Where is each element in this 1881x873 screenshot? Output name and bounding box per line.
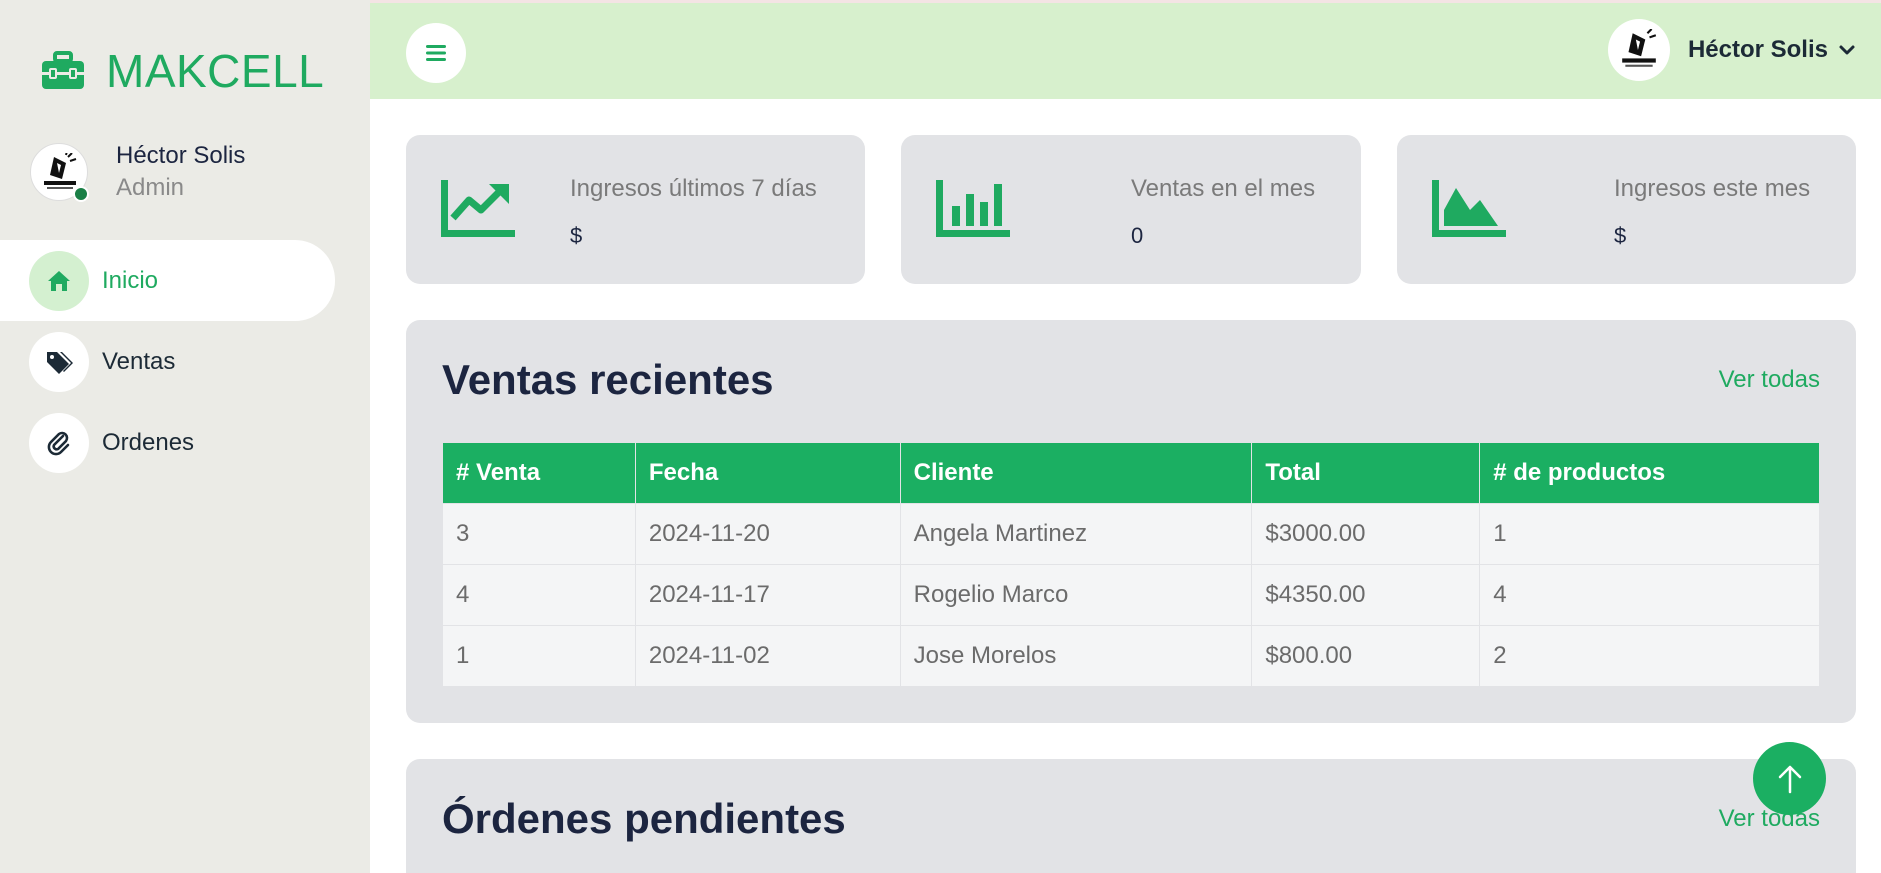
column-header[interactable]: # de productos bbox=[1479, 442, 1820, 504]
table-cell: 2024-11-20 bbox=[634, 503, 901, 565]
brand-logo[interactable]: MAKCELL bbox=[40, 44, 324, 98]
table-cell: 4 bbox=[442, 564, 636, 626]
table-row[interactable]: 3 2024-11-20 Angela Martinez $3000.00 1 bbox=[442, 503, 1820, 565]
user-menu[interactable]: Héctor Solis bbox=[1607, 19, 1856, 81]
logo-avatar-icon bbox=[44, 153, 77, 189]
table-cell: $3000.00 bbox=[1251, 503, 1481, 565]
bar-chart-icon bbox=[936, 180, 1010, 237]
arrow-up-icon bbox=[1778, 765, 1801, 793]
hamburger-icon bbox=[426, 45, 446, 61]
table-row[interactable]: 1 2024-11-02 Jose Morelos $800.00 2 bbox=[442, 625, 1820, 687]
home-icon bbox=[29, 250, 89, 311]
column-header[interactable]: Cliente bbox=[899, 442, 1253, 504]
toolbox-icon bbox=[42, 51, 84, 89]
view-all-sales-link[interactable]: Ver todas bbox=[1719, 366, 1820, 394]
column-header[interactable]: Fecha bbox=[634, 442, 901, 504]
stat-card-monthly-sales: Ventas en el mes 0 bbox=[901, 135, 1361, 284]
table-header-row: # Venta Fecha Cliente Total # de product… bbox=[442, 442, 1820, 504]
stat-value: 0 bbox=[1131, 223, 1144, 248]
table-cell: Rogelio Marco bbox=[899, 564, 1253, 626]
sidebar-item-ordenes[interactable]: Ordenes bbox=[0, 402, 370, 483]
recent-sales-table: # Venta Fecha Cliente Total # de product… bbox=[442, 442, 1820, 687]
table-cell: 3 bbox=[442, 503, 636, 565]
top-bar: Héctor Solis bbox=[370, 3, 1881, 99]
scroll-to-top-button[interactable] bbox=[1753, 742, 1826, 815]
stat-card-weekly-income: Ingresos últimos 7 días $ bbox=[406, 135, 865, 284]
stat-value: $ bbox=[570, 223, 583, 248]
stat-title: Ingresos últimos 7 días bbox=[570, 175, 817, 202]
table-cell: 2024-11-02 bbox=[634, 625, 901, 687]
top-user-name: Héctor Solis bbox=[1687, 36, 1828, 63]
recent-sales-panel: Ventas recientes Ver todas # Venta Fecha… bbox=[406, 320, 1856, 723]
stat-card-monthly-income: Ingresos este mes $ bbox=[1397, 135, 1856, 284]
pending-orders-panel: Órdenes pendientes Ver todas bbox=[406, 759, 1856, 873]
stat-title: Ventas en el mes bbox=[1131, 175, 1316, 202]
online-status-dot bbox=[73, 186, 89, 202]
sidebar-item-inicio[interactable]: Inicio bbox=[0, 240, 335, 321]
table-cell: 2024-11-17 bbox=[634, 564, 901, 626]
sidebar-item-ventas[interactable]: Ventas bbox=[0, 321, 370, 402]
logo-avatar-icon bbox=[1622, 29, 1657, 67]
tags-icon bbox=[29, 331, 89, 392]
avatar bbox=[30, 143, 89, 202]
column-header[interactable]: # Venta bbox=[442, 442, 636, 504]
sidebar-nav: Inicio Ventas Ordenes bbox=[0, 240, 370, 483]
brand-name: MAKCELL bbox=[106, 45, 325, 97]
stat-value: $ bbox=[1614, 223, 1627, 248]
column-header[interactable]: Total bbox=[1251, 442, 1481, 504]
table-cell: 1 bbox=[1479, 503, 1820, 565]
sidebar-user-name: Héctor Solis bbox=[116, 142, 246, 169]
area-chart-icon bbox=[1432, 180, 1506, 237]
table-cell: 1 bbox=[442, 625, 636, 687]
sidebar: MAKCELL Héctor Solis Admin Inicio Ventas… bbox=[0, 0, 370, 873]
avatar bbox=[1607, 19, 1670, 81]
paperclip-icon bbox=[29, 412, 89, 473]
table-cell: 2 bbox=[1479, 625, 1820, 687]
table-cell: Jose Morelos bbox=[899, 625, 1253, 687]
table-row[interactable]: 4 2024-11-17 Rogelio Marco $4350.00 4 bbox=[442, 564, 1820, 626]
table-cell: $4350.00 bbox=[1251, 564, 1481, 626]
table-cell: 4 bbox=[1479, 564, 1820, 626]
sidebar-user-role: Admin bbox=[116, 174, 185, 201]
table-cell: $800.00 bbox=[1251, 625, 1481, 687]
chevron-down-icon bbox=[1839, 45, 1855, 55]
panel-title: Ventas recientes bbox=[442, 356, 774, 403]
panel-title: Órdenes pendientes bbox=[442, 795, 846, 842]
sidebar-item-label: Ordenes bbox=[102, 428, 195, 456]
trending-chart-icon bbox=[441, 180, 515, 237]
table-cell: Angela Martinez bbox=[899, 503, 1253, 565]
sidebar-user: Héctor Solis Admin bbox=[30, 140, 245, 204]
sidebar-item-label: Inicio bbox=[102, 266, 159, 294]
menu-toggle-button[interactable] bbox=[406, 23, 466, 83]
sidebar-item-label: Ventas bbox=[102, 347, 176, 375]
stat-title: Ingresos este mes bbox=[1614, 175, 1811, 202]
